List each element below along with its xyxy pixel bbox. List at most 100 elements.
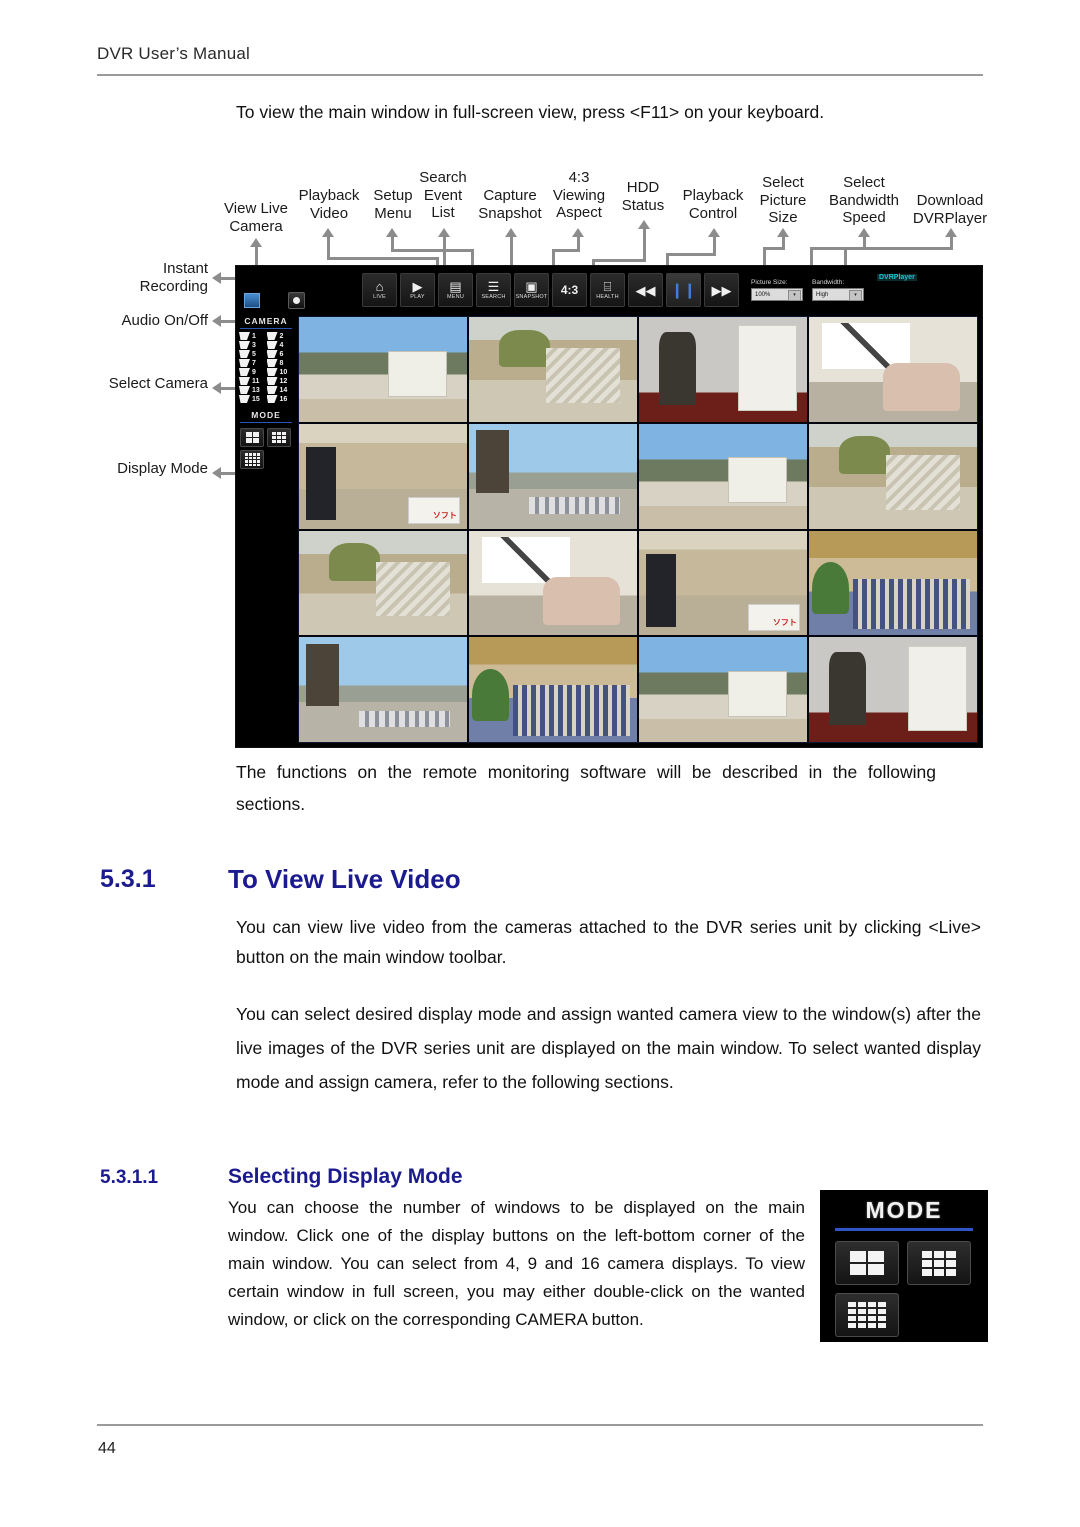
camera-cell-13[interactable] (299, 637, 467, 742)
fast-forward-button[interactable]: ▶▶ (704, 273, 739, 307)
callout-download-dvrplayer: Download DVRPlayer (912, 192, 988, 227)
camera-icon (266, 386, 278, 394)
fast-forward-icon: ▶▶ (711, 282, 732, 298)
play-button[interactable]: ▶ PLAY (400, 273, 435, 307)
mode-figure-buttons (821, 1241, 987, 1337)
leader-arrow-playback-video (322, 228, 334, 237)
aspect-ratio-icon: 4:3 (560, 282, 579, 297)
leader-line (552, 249, 580, 252)
grid-16-icon (244, 453, 260, 466)
camera-button-11[interactable]: 11 (239, 377, 266, 385)
hdd-health-icon: ⌸ (603, 278, 612, 294)
camera-cell-6[interactable] (469, 423, 637, 529)
bandwidth-select[interactable]: High ▾ (812, 288, 864, 301)
camera-button-6[interactable]: 6 (266, 350, 294, 358)
camera-cell-7[interactable] (639, 423, 807, 529)
camera-button-grid: 1 2 3 4 5 6 7 8 9 10 11 12 13 14 15 16 (236, 332, 296, 403)
camera-button-8[interactable]: 8 (266, 359, 294, 367)
camera-cell-11[interactable]: ソフト (639, 530, 807, 636)
camera-cell-15[interactable] (639, 637, 807, 742)
camera-button-2[interactable]: 2 (266, 332, 294, 340)
leader-arrow-picture-size (777, 228, 789, 237)
camera-button-5[interactable]: 5 (239, 350, 266, 358)
section-number-531: 5.3.1 (100, 865, 156, 893)
camera-button-12[interactable]: 12 (266, 377, 294, 385)
mode-figure-16-split-button[interactable] (835, 1293, 899, 1337)
live-button[interactable]: ⌂ LIVE (362, 273, 397, 307)
camera-icon (239, 350, 250, 358)
camera-snapshot-icon: ▣ (525, 278, 538, 294)
dvrplayer-download-link[interactable]: DVRPlayer (877, 274, 917, 281)
search-icon: ☰ (487, 278, 500, 294)
grid-4-icon (245, 432, 259, 443)
callout-playback-control: Playback Control (682, 187, 744, 222)
health-button[interactable]: ⌸ HEALTH (590, 273, 625, 307)
callout-display-mode: Display Mode (117, 460, 208, 477)
camera-panel-title: CAMERA (244, 316, 288, 326)
camera-icon (266, 350, 278, 358)
camera-icon (266, 395, 278, 403)
camera-button-4[interactable]: 4 (266, 341, 294, 349)
display-mode-9-button[interactable] (267, 428, 291, 447)
aspect-ratio-button[interactable]: 4:3 (552, 273, 587, 307)
manual-page: DVR User’s Manual To view the main windo… (0, 0, 1080, 1527)
mode-figure-4-split-button[interactable] (835, 1241, 899, 1285)
leader-line (844, 247, 953, 250)
camera-cell-5[interactable]: ソフト (299, 423, 467, 529)
camera-button-16[interactable]: 16 (266, 395, 294, 403)
search-button[interactable]: ☰ SEARCH (476, 273, 511, 307)
intro-paragraph: To view the main window in full-screen v… (236, 102, 825, 122)
camera-cell-10[interactable] (469, 530, 637, 636)
camera-video-grid: ソフト ソフト (298, 316, 978, 743)
camera-icon (239, 359, 250, 367)
camera-cell-4[interactable] (809, 317, 977, 422)
camera-cell-1[interactable] (299, 317, 467, 422)
mode-figure-title: MODE (865, 1197, 943, 1223)
camera-button-7[interactable]: 7 (239, 359, 266, 367)
grid-9-icon (272, 432, 286, 443)
picture-size-select[interactable]: 100% ▾ (751, 288, 803, 301)
annotated-dvr-figure: View Live Camera Playback Video Setup Me… (100, 160, 990, 750)
callout-hdd-status: HDD Status (621, 179, 665, 214)
leader-arrow-view-live (250, 238, 262, 247)
camera-icon (239, 368, 250, 376)
camera-icon (266, 359, 278, 367)
display-mode-4-button[interactable] (240, 428, 264, 447)
camera-button-3[interactable]: 3 (239, 341, 266, 349)
menu-button[interactable]: ▤ MENU (438, 273, 473, 307)
play-icon: ▶ (412, 278, 423, 294)
camera-cell-16[interactable] (809, 637, 977, 742)
camera-cell-2[interactable] (469, 317, 637, 422)
camera-cell-8[interactable] (809, 423, 977, 529)
leader-line (666, 253, 716, 256)
bandwidth-field: Bandwidth: High ▾ (812, 279, 864, 301)
live-video-paragraph-1: You can view live video from the cameras… (236, 917, 981, 967)
display-mode-16-button[interactable] (240, 450, 264, 469)
grid-16-icon (848, 1302, 886, 1328)
camera-cell-14[interactable] (469, 637, 637, 742)
camera-icon (239, 332, 250, 340)
camera-cell-3[interactable] (639, 317, 807, 422)
instant-recording-button[interactable] (288, 292, 305, 309)
camera-button-15[interactable]: 15 (239, 395, 266, 403)
camera-button-1[interactable]: 1 (239, 332, 266, 340)
audio-on-off-button[interactable] (244, 293, 260, 308)
footer-divider (97, 1424, 983, 1426)
camera-button-9[interactable]: 9 (239, 368, 266, 376)
callout-select-bandwidth-speed: Select Bandwidth Speed (828, 174, 900, 226)
camera-cell-9[interactable] (299, 530, 467, 636)
snapshot-button[interactable]: ▣ SNAPSHOT (514, 273, 549, 307)
section-title-5311: Selecting Display Mode (228, 1165, 463, 1188)
camera-icon (239, 395, 250, 403)
menu-icon: ▤ (449, 278, 462, 294)
camera-button-10[interactable]: 10 (266, 368, 294, 376)
bandwidth-label: Bandwidth: (812, 279, 845, 286)
camera-cell-12[interactable] (809, 530, 977, 636)
pause-button[interactable]: ❙❙ (666, 273, 701, 307)
camera-button-14[interactable]: 14 (266, 386, 294, 394)
camera-button-13[interactable]: 13 (239, 386, 266, 394)
picture-size-field: Picture Size: 100% ▾ (751, 279, 803, 301)
rewind-icon: ◀◀ (635, 282, 656, 298)
mode-figure-9-split-button[interactable] (907, 1241, 971, 1285)
rewind-button[interactable]: ◀◀ (628, 273, 663, 307)
